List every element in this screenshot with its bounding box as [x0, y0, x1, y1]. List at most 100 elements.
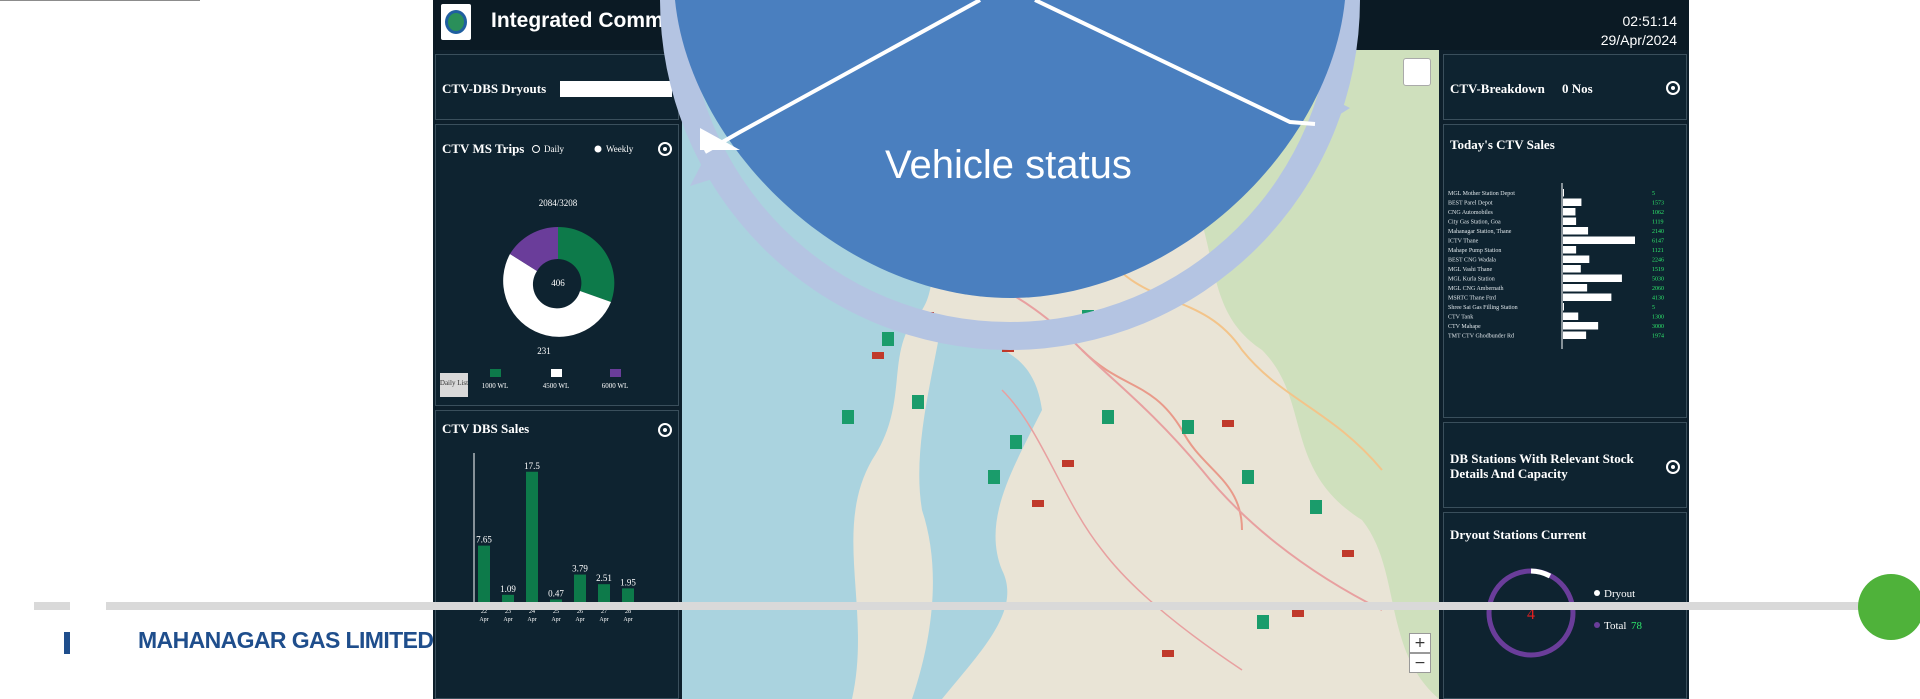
vehicle-marker	[988, 470, 1000, 484]
vehicle-marker	[1242, 470, 1254, 484]
vehicle-marker	[842, 410, 854, 424]
daily-radio-label: Daily	[544, 144, 564, 154]
sales-bar	[1563, 208, 1576, 216]
sales-bar	[1563, 331, 1587, 339]
sales-category-label: CTV Tank	[1448, 315, 1473, 321]
dbs-sales-tick-label: Apr	[503, 617, 512, 623]
donut-center-value: 406	[551, 278, 565, 288]
zoom-out-button[interactable]: −	[1409, 653, 1431, 673]
sales-category-label: CNG Automobiles	[1448, 210, 1494, 216]
sales-bar	[1563, 274, 1622, 282]
breakdown-gear-icon[interactable]	[1666, 81, 1680, 95]
clock: 02:51:14 29/Apr/2024	[1601, 12, 1677, 50]
dbs-sales-tick-label: Apr	[575, 617, 584, 623]
weekly-radio[interactable]	[594, 145, 602, 153]
gear-center	[663, 147, 667, 151]
legend-dot-total	[1594, 622, 1600, 628]
breakdown-title: CTV-Breakdown	[1450, 81, 1545, 96]
clock-time: 02:51:14	[1622, 13, 1678, 29]
sales-value-label: 3000	[1652, 324, 1664, 330]
legend-dot-dryout	[1594, 590, 1600, 596]
zoom-in-button[interactable]: +	[1409, 633, 1431, 653]
creek-area	[912, 320, 1042, 699]
sales-bar	[1563, 236, 1635, 244]
sales-bar	[1563, 322, 1599, 330]
dbs-sales-bar	[478, 545, 490, 603]
sales-bar	[1563, 312, 1579, 320]
dbs-sales-data-label: 1.09	[500, 584, 516, 594]
vehicle-marker	[1182, 420, 1194, 434]
dbs-sales-tick-label: Apr	[551, 617, 560, 623]
ctv-dashboard: Integrated Command Center – CTV Dashboar…	[433, 0, 1689, 699]
dbs-sales-tick-label: Apr	[479, 617, 488, 623]
footer-company-name: MAHANAGAR GAS LIMITED	[138, 627, 434, 653]
breakdown-value: 0 Nos	[1562, 81, 1593, 96]
vehicle-marker	[882, 332, 894, 346]
sales-value-label: 5	[1652, 191, 1655, 197]
highway-4	[1001, 389, 1243, 671]
sales-bar	[1563, 227, 1589, 235]
sales-category-label: Shree Sai Gas Filling Station	[1448, 305, 1518, 311]
slide-top-rule	[0, 0, 200, 1]
daily-radio[interactable]	[532, 145, 540, 153]
legend-swatch-4500wl	[551, 369, 562, 377]
dbs-sales-panel: CTV DBS Sales 7.65 22 Apr 1.09 23 Apr 17.5 24 Ap…	[435, 410, 679, 699]
sales-value-label: 6147	[1652, 239, 1664, 245]
db-stations-gear-icon[interactable]	[1666, 460, 1680, 474]
dbs-sales-bar	[622, 588, 634, 603]
sales-category-label: MGL Kurla Station	[1448, 277, 1495, 283]
mgl-logo	[441, 4, 471, 40]
vehicle-marker	[1162, 650, 1174, 657]
sales-category-label: ICTV Thane	[1448, 239, 1479, 245]
legend-total-label: Total	[1604, 620, 1626, 632]
sales-category-label: BEST Parel Depot	[1448, 201, 1493, 207]
slide-decoration-dot	[1858, 574, 1920, 640]
sales-value-label: 4130	[1652, 296, 1664, 302]
sales-value-label: 1573	[1652, 201, 1664, 207]
vehicle-marker	[1010, 435, 1022, 449]
dbs-sales-bar	[526, 471, 538, 603]
dbs-sales-data-label: 2.51	[596, 573, 612, 583]
sales-value-label: 1519	[1652, 267, 1664, 273]
sales-bar	[1563, 198, 1582, 206]
legend-label-6000wl: 6000 WL	[602, 382, 629, 390]
footer-rule	[34, 602, 1904, 610]
vehicle-marker	[872, 352, 884, 359]
vehicle-marker	[1072, 325, 1084, 339]
layers-button[interactable]	[1403, 58, 1431, 86]
sales-bar	[1563, 284, 1588, 292]
dryouts-panel: CTV-DBS Dryouts	[435, 54, 679, 120]
sales-category-label: Mahanagar Station, Thane	[1448, 229, 1512, 235]
sales-value-label: 2060	[1652, 286, 1664, 292]
daily-list-label: Daily List	[440, 379, 468, 387]
sales-value-label: 1974	[1652, 334, 1664, 340]
dbs-sales-bar	[598, 584, 610, 603]
donut-slice-1000wl	[558, 226, 615, 302]
sales-bar	[1563, 265, 1581, 273]
vehicle-marker	[912, 395, 924, 409]
ms-trips-panel: CTV MS Trips Daily Weekly 2084/3208 406 …	[435, 124, 679, 406]
vehicle-marker	[1032, 500, 1044, 507]
clock-date: 29/Apr/2024	[1600, 32, 1677, 48]
dbs-sales-chart: 7.6522Apr1.0923Apr17.524Apr0.4725Apr3.79…	[473, 453, 646, 623]
todays-sales-panel: Today's CTV Sales MGL Mother Station Dep…	[1443, 124, 1687, 418]
legend-total-value: 78	[1631, 620, 1643, 632]
weekly-radio-label: Weekly	[606, 144, 634, 154]
footer-accent	[64, 632, 70, 654]
sales-bar	[1563, 255, 1590, 263]
legend-swatch-1000wl	[490, 369, 501, 377]
sales-bar	[1563, 303, 1564, 311]
vehicle-marker	[1102, 410, 1114, 424]
dryouts-title: CTV-DBS Dryouts	[442, 81, 547, 96]
sales-bar	[1563, 189, 1564, 197]
legend-label-4500wl: 4500 WL	[543, 382, 570, 390]
dbs-sales-data-label: 17.5	[524, 461, 540, 471]
dryouts-search-input[interactable]	[560, 81, 672, 97]
dbs-sales-data-label: 0.47	[548, 588, 564, 598]
sales-category-label: MGL Vashi Thane	[1448, 267, 1493, 273]
dbs-sales-bar	[574, 574, 586, 603]
sales-value-label: 1300	[1652, 315, 1664, 321]
sales-value-label: 1062	[1652, 210, 1664, 216]
ms-trips-top-value: 2084/3208	[539, 198, 578, 208]
donut-bottom-value: 231	[537, 346, 551, 356]
